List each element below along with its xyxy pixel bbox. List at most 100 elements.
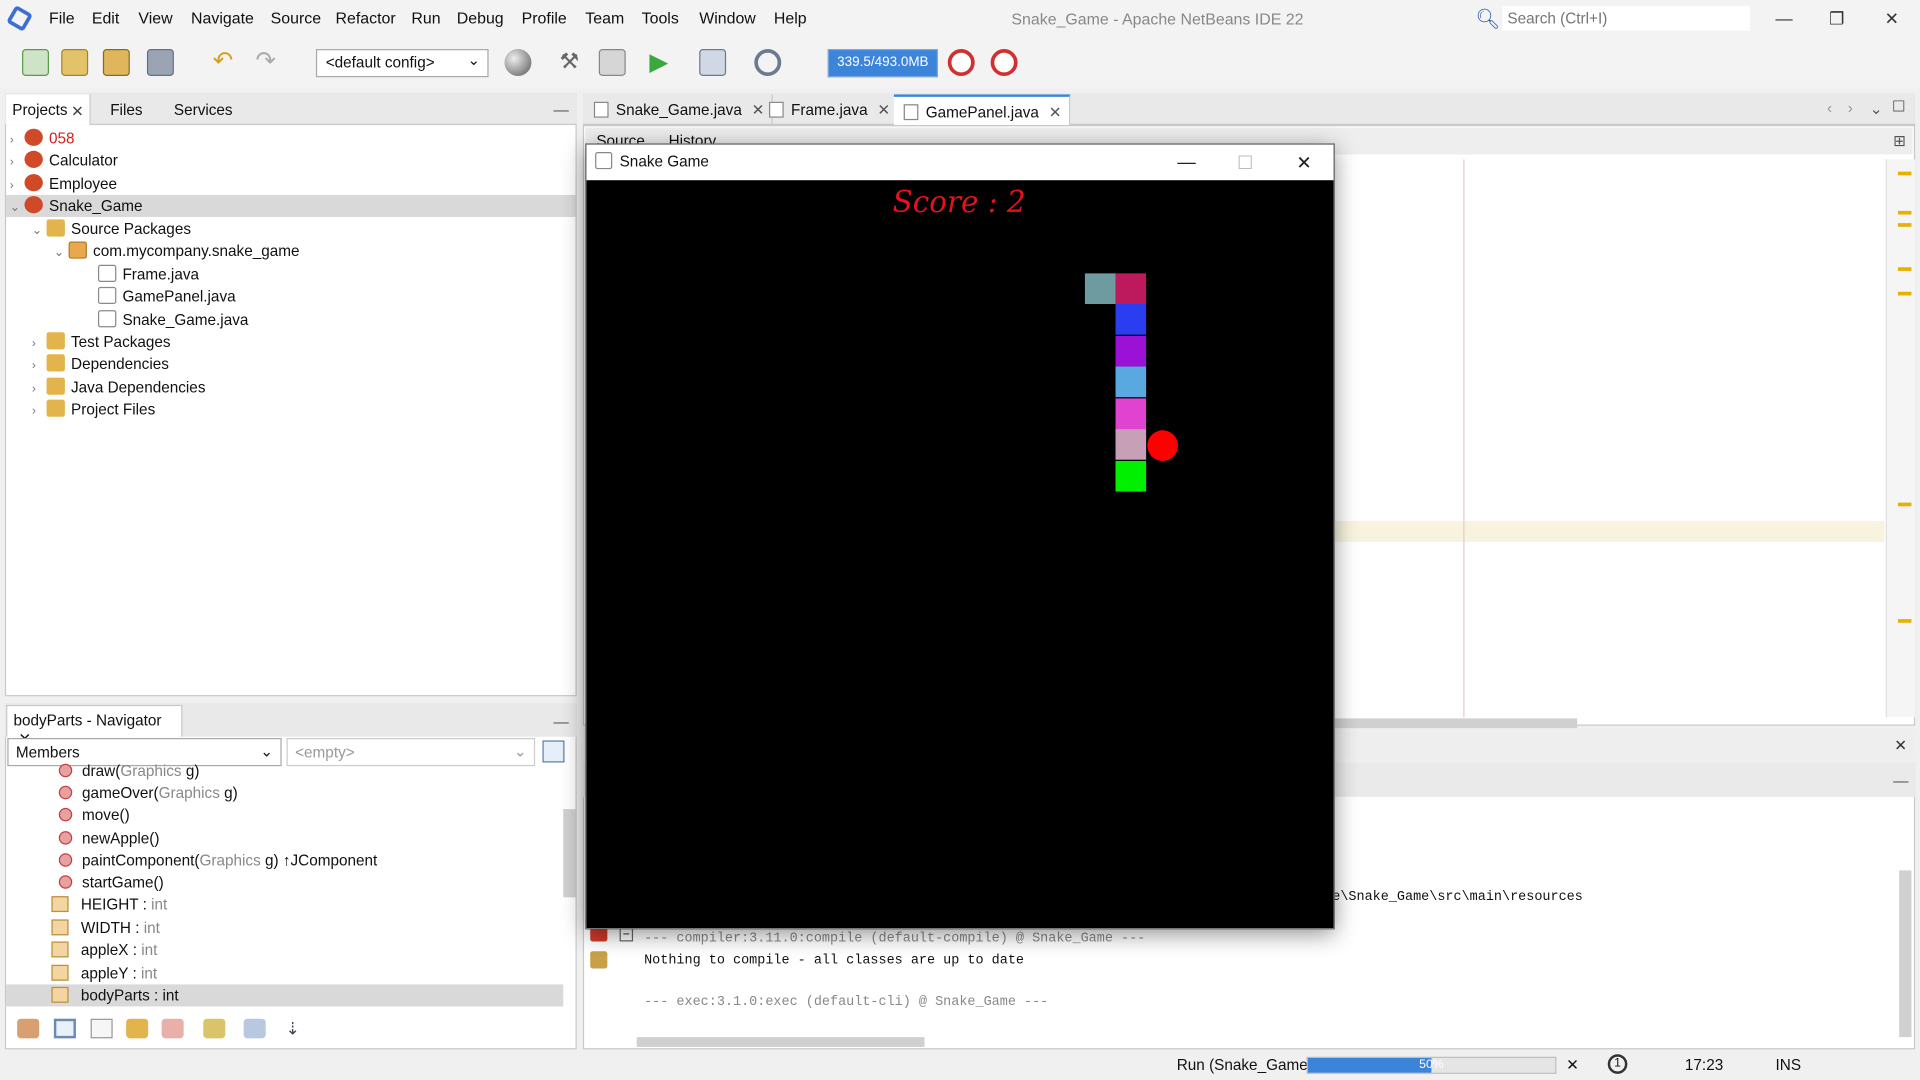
tree-item-frame-java[interactable]: Frame.java	[97, 264, 199, 288]
filter-select[interactable]: <empty> ⌄	[286, 737, 536, 767]
menu-view[interactable]: View	[138, 9, 172, 27]
open-project-icon[interactable]	[102, 49, 130, 77]
game-minimize-icon[interactable]: —	[1162, 152, 1211, 173]
chevron-right-icon[interactable]: ›	[32, 359, 47, 372]
tree-item-package[interactable]: ⌄ com.mycompany.snake_game	[54, 241, 300, 265]
chevron-right-icon[interactable]: ›	[32, 382, 47, 395]
close-icon[interactable]: ✕	[1867, 5, 1916, 32]
editor-error-stripe[interactable]	[1885, 159, 1916, 718]
config-select[interactable]: <default config> ⌄	[315, 49, 489, 78]
navigator-scrollbar[interactable]	[563, 809, 576, 898]
output-scrollbar[interactable]	[1899, 870, 1912, 1038]
editor-hscrollbar[interactable]	[1334, 718, 1578, 729]
clean-build-icon[interactable]	[598, 49, 626, 77]
notifications-icon[interactable]: 1	[1607, 1054, 1628, 1074]
member-width[interactable]: WIDTH : int	[12, 919, 160, 942]
fold-icon[interactable]: −	[619, 928, 634, 942]
run-icon[interactable]: ▶	[645, 49, 672, 76]
minimize-icon[interactable]: —	[1760, 5, 1809, 32]
redo-icon[interactable]: ↷	[252, 49, 279, 76]
tree-item-test-packages[interactable]: › Test Packages	[32, 332, 171, 355]
warning-mark[interactable]	[1897, 291, 1912, 296]
close-output-icon[interactable]: ✕	[1894, 736, 1907, 754]
chevron-right-icon[interactable]: ›	[32, 405, 47, 418]
tree-item-source-packages[interactable]: ⌄ Source Packages	[32, 219, 191, 242]
search-input[interactable]	[1502, 6, 1750, 31]
member-height[interactable]: HEIGHT : int	[12, 896, 167, 919]
filter-nonpublic-icon[interactable]	[126, 1018, 149, 1039]
chevron-right-icon[interactable]: ›	[10, 156, 25, 169]
warning-mark[interactable]	[1897, 619, 1912, 623]
close-icon[interactable]: ✕	[877, 102, 890, 119]
tree-item-snake-game[interactable]: ⌄ Snake_Game	[10, 196, 143, 219]
tab-frame-java[interactable]: Frame.java ✕	[759, 94, 899, 126]
minimize-panel-icon[interactable]: —	[553, 102, 568, 119]
tree-item-java-dependencies[interactable]: › Java Dependencies	[32, 377, 206, 401]
tab-snake-game-java[interactable]: Snake_Game.java ✕	[584, 94, 774, 126]
member-paintcomponent[interactable]: paintComponent(Graphics g) ↑JComponent	[12, 852, 377, 875]
sort-by-name-icon[interactable]	[203, 1018, 226, 1039]
chevron-down-icon[interactable]: ⌄	[32, 224, 47, 237]
game-close-icon[interactable]: ✕	[1280, 152, 1329, 174]
output-hscrollbar[interactable]	[636, 1037, 925, 1047]
warning-mark[interactable]	[1897, 502, 1912, 507]
warning-mark[interactable]	[1897, 223, 1912, 227]
chevron-right-icon[interactable]: ›	[10, 134, 25, 147]
restore-icon[interactable]: ❐	[1812, 5, 1861, 32]
expand-all-icon[interactable]: ⇣	[282, 1019, 304, 1039]
scroll-tabs-left-icon[interactable]: ‹	[1827, 99, 1832, 116]
tab-files[interactable]: Files	[110, 102, 142, 119]
close-icon[interactable]: ✕	[1049, 104, 1062, 121]
tree-item-calculator[interactable]: › Calculator	[10, 150, 118, 174]
menu-team[interactable]: Team	[585, 9, 624, 27]
tab-projects-close-icon[interactable]: ✕	[71, 102, 84, 120]
tab-projects[interactable]: Projects	[12, 102, 67, 119]
menu-help[interactable]: Help	[774, 9, 807, 27]
filter-static-icon[interactable]	[90, 1018, 113, 1039]
tree-item-employee[interactable]: › Employee	[10, 174, 117, 197]
cancel-run-icon[interactable]: ✕	[1566, 1056, 1579, 1074]
save-all-icon[interactable]	[146, 49, 174, 77]
tab-navigator[interactable]: bodyParts - Navigator ✕	[6, 704, 183, 748]
tree-item-058[interactable]: › 058	[10, 128, 75, 152]
chevron-down-icon[interactable]: ⌄	[54, 246, 69, 259]
menu-navigate[interactable]: Navigate	[191, 9, 254, 27]
menu-run[interactable]: Run	[411, 9, 440, 27]
menu-window[interactable]: Window	[699, 9, 756, 27]
memory-meter[interactable]: 339.5/493.0MB	[827, 49, 938, 78]
member-applex[interactable]: appleX : int	[12, 941, 157, 964]
tree-item-snake-game-java[interactable]: Snake_Game.java	[97, 310, 248, 333]
split-editor-icon[interactable]: ⊞	[1893, 131, 1906, 149]
member-appley[interactable]: appleY : int	[12, 964, 157, 988]
tree-item-project-files[interactable]: › Project Files	[32, 399, 155, 423]
new-file-icon[interactable]	[22, 49, 49, 77]
chevron-down-icon[interactable]: ⌄	[1870, 99, 1883, 118]
chevron-down-icon[interactable]: ⌄	[10, 201, 25, 214]
menu-tools[interactable]: Tools	[642, 9, 679, 27]
member-startgame[interactable]: startGame()	[12, 874, 164, 897]
tree-item-dependencies[interactable]: › Dependencies	[32, 354, 169, 377]
sort-by-source-icon[interactable]	[243, 1018, 266, 1039]
filter-inherited-icon[interactable]	[17, 1018, 40, 1039]
chevron-right-icon[interactable]: ›	[10, 179, 25, 192]
navigator-options-icon[interactable]	[542, 740, 565, 763]
build-hammer-icon[interactable]: ⚒	[556, 49, 583, 76]
scroll-tabs-right-icon[interactable]: ›	[1848, 99, 1853, 116]
menu-profile[interactable]: Profile	[522, 9, 567, 27]
tab-services[interactable]: Services	[174, 102, 233, 119]
gc-icon[interactable]	[947, 49, 975, 77]
game-maximize-icon[interactable]: ☐	[1221, 152, 1270, 174]
globe-icon[interactable]	[504, 49, 532, 77]
warning-mark[interactable]	[1897, 267, 1912, 271]
menu-file[interactable]: File	[49, 9, 75, 27]
debug-icon[interactable]	[699, 49, 727, 77]
run-status[interactable]: Run (Snake_Game)	[1177, 1057, 1313, 1074]
tab-gamepanel-java[interactable]: GamePanel.java ✕	[893, 94, 1071, 126]
maximize-icon[interactable]: ☐	[1892, 97, 1906, 115]
filter-inner-classes-icon[interactable]	[161, 1018, 184, 1039]
member-bodyparts[interactable]: bodyParts : int	[12, 986, 179, 1010]
search-icon[interactable]: 🔍︎	[1476, 7, 1501, 32]
filter-fields-icon[interactable]	[53, 1018, 76, 1039]
minimize-panel-icon[interactable]: —	[553, 713, 568, 730]
menu-refactor[interactable]: Refactor	[336, 9, 396, 27]
